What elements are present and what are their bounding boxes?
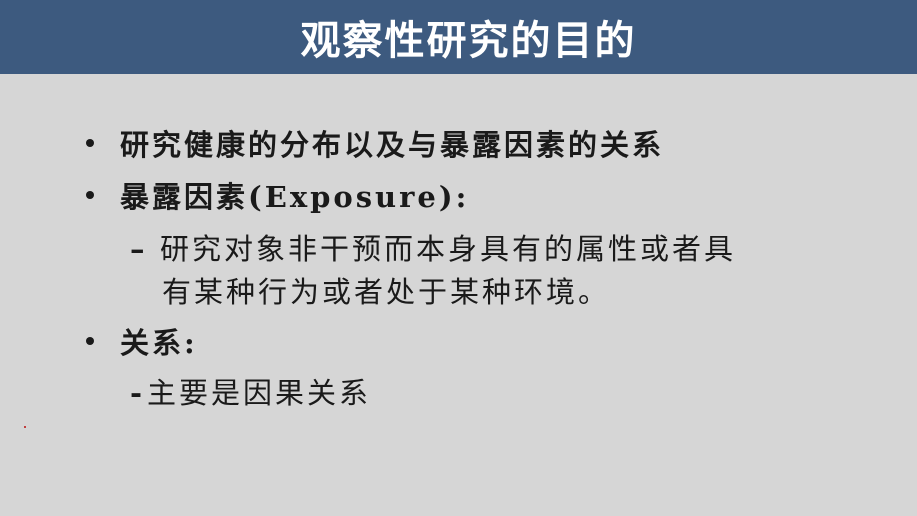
bullet-dot-icon bbox=[86, 139, 94, 147]
bullet-item: 研究健康的分布以及与暴露因素的关系 bbox=[86, 122, 664, 164]
bullet-dot-icon bbox=[86, 337, 94, 345]
sub-item-text: 有某种行为或者处于某种环境。 bbox=[162, 275, 611, 309]
bullet-text: 研究健康的分布以及与暴露因素的关系 bbox=[120, 128, 665, 162]
stray-mark bbox=[24, 426, 26, 428]
sub-item-line-continued: 有某种行为或者处于某种环境。 bbox=[162, 269, 610, 311]
bullet-item: 暴露因素(Exposure): bbox=[86, 174, 469, 216]
sub-item-line: -主要是因果关系 bbox=[130, 370, 371, 412]
slide: 观察性研究的目的 研究健康的分布以及与暴露因素的关系 暴露因素(Exposure… bbox=[0, 0, 917, 516]
sub-item-text: 研究对象非干预而本身具有的属性或者具 bbox=[160, 232, 737, 266]
dash-marker: - bbox=[130, 376, 146, 410]
bullet-text: 关系: bbox=[120, 326, 198, 360]
slide-title: 观察性研究的目的 bbox=[300, 18, 637, 64]
bullet-item: 关系: bbox=[86, 320, 198, 362]
title-bar: 观察性研究的目的 bbox=[0, 0, 917, 74]
bullet-text: 暴露因素(Exposure): bbox=[120, 180, 470, 214]
slide-body: 研究健康的分布以及与暴露因素的关系 暴露因素(Exposure): – 研究对象非… bbox=[0, 74, 917, 516]
sub-item-text: 主要是因果关系 bbox=[147, 376, 372, 410]
bullet-dot-icon bbox=[86, 191, 94, 199]
sub-item-line: – 研究对象非干预而本身具有的属性或者具 bbox=[130, 226, 736, 268]
dash-marker: – bbox=[130, 232, 148, 266]
